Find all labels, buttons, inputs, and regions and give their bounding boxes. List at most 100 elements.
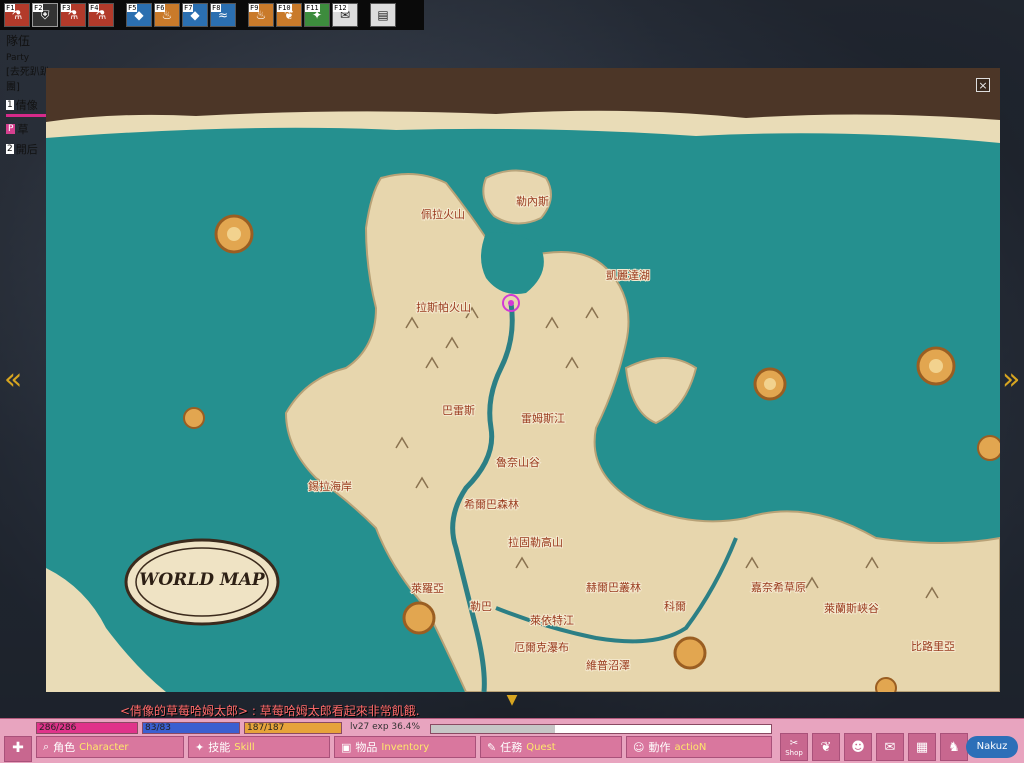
fire-icon[interactable]: F9 ♨ bbox=[248, 3, 274, 27]
menu-button-quest[interactable]: ✎ 任務 Quest bbox=[480, 736, 622, 758]
potion-icon[interactable]: F4 ⚗ bbox=[88, 3, 114, 27]
map-location-label: 拉固勒高山 bbox=[508, 535, 563, 549]
shield-icon[interactable]: F2 ⛨ bbox=[32, 3, 58, 27]
leaf-icon[interactable]: F10 ❦ bbox=[276, 3, 302, 27]
hotkey-label: F1 bbox=[5, 4, 16, 12]
menu-button-inventory[interactable]: ▣ 物品 Inventory bbox=[334, 736, 476, 758]
hotkey-bar: F1 ⚗ F2 ⛨ F3 ⚗ F4 ⚗ F5 ◆ F6 ♨ F7 ◆ F8 ≈ F9 ♨ F10 ❦ F11 ✦ F12 ✉ ▤ bbox=[0, 0, 424, 30]
exp-bar bbox=[430, 724, 772, 734]
menu-button-character[interactable]: ⌕ 角色 Character bbox=[36, 736, 184, 758]
world-map-logo-text: WORLD MAP bbox=[139, 570, 265, 590]
map-location-label: 科爾 bbox=[664, 599, 686, 613]
hotkey-group: F9 ♨ F10 ❦ F11 ✦ F12 ✉ bbox=[248, 3, 358, 27]
map-location-label: 凱麗達湖 bbox=[606, 269, 650, 282]
menu-button-skill[interactable]: ✦ 技能 Skill bbox=[188, 736, 330, 758]
hotkey-label: F5 bbox=[127, 4, 138, 12]
pet-icon[interactable]: ♞ bbox=[940, 733, 968, 761]
icon-label: Shop bbox=[785, 748, 803, 757]
map-location-label: 嘉奈希草原 bbox=[751, 580, 806, 594]
map-location-label: 魯奈山谷 bbox=[496, 455, 540, 469]
potion-icon[interactable]: F3 ⚗ bbox=[60, 3, 86, 27]
brand-logo: Nakuz bbox=[966, 736, 1018, 758]
status-bars: 286/286 83/83 187/187 bbox=[36, 722, 342, 734]
map-location-label: 巴雷斯 bbox=[442, 404, 475, 417]
map-location-label: 維普沼澤 bbox=[586, 658, 630, 672]
map-location-label: 希爾巴森林 bbox=[464, 497, 519, 511]
map-scroll-right-arrow[interactable]: » bbox=[1002, 362, 1020, 398]
map-location-label: 萊羅亞 bbox=[411, 582, 444, 595]
item-icon: ▣ bbox=[341, 740, 352, 754]
compass-marker bbox=[214, 214, 254, 254]
menu-label-en: actioN bbox=[674, 741, 707, 753]
search-icon: ⌕ bbox=[43, 740, 50, 753]
close-icon[interactable]: × bbox=[976, 78, 990, 92]
map-location-label: 拉斯帕火山 bbox=[416, 300, 471, 314]
friends-icon[interactable]: ☻ bbox=[844, 733, 872, 761]
map-location-label: 錫拉海岸 bbox=[308, 479, 352, 493]
shop-icon[interactable]: ✂ Shop bbox=[780, 733, 808, 761]
skill-icon[interactable]: F11 ✦ bbox=[304, 3, 330, 27]
hotkey-label: F11 bbox=[305, 4, 320, 12]
chat-message: <倩像的草莓哈姆太郎> : 草莓哈姆太郎看起來非常飢餓. bbox=[120, 704, 420, 718]
menu-label: 角色 bbox=[53, 741, 76, 754]
map-location-label: 雷姆斯江 bbox=[521, 411, 565, 425]
map-icon[interactable]: ▦ bbox=[908, 733, 936, 761]
hotkey-group: F5 ◆ F6 ♨ F7 ◆ F8 ≈ bbox=[126, 3, 236, 27]
world-map-canvas: 勒內斯佩拉火山凱麗達湖拉斯帕火山巴雷斯雷姆斯江魯奈山谷錫拉海岸希爾巴森林拉固勒高… bbox=[46, 68, 1000, 692]
party-member-hp-bar bbox=[6, 114, 50, 117]
compass-marker bbox=[183, 407, 205, 429]
level-exp-label: lv27 exp 36.4% bbox=[350, 722, 421, 732]
menu-label-en: Character bbox=[79, 741, 129, 753]
compass-marker bbox=[402, 601, 436, 635]
hotkey-label: F6 bbox=[155, 4, 166, 12]
map-location-label: 萊蘭斯峽谷 bbox=[824, 602, 879, 615]
potion-icon[interactable]: F1 ⚗ bbox=[4, 3, 30, 27]
world-map-window: 勒內斯佩拉火山凱麗達湖拉斯帕火山巴雷斯雷姆斯江魯奈山谷錫拉海岸希爾巴森林拉固勒高… bbox=[46, 68, 1000, 692]
hotkey-label: F12 bbox=[333, 4, 348, 12]
skill-icon: ✦ bbox=[195, 740, 205, 754]
menu-button-action[interactable]: ☺ 動作 actioN bbox=[626, 736, 772, 758]
map-scroll-down-arrow[interactable]: ▼ bbox=[496, 692, 528, 708]
hotkey-label: F4 bbox=[89, 4, 100, 12]
compass-marker bbox=[753, 367, 787, 401]
fire-icon[interactable]: F6 ♨ bbox=[154, 3, 180, 27]
hotkey-label: F10 bbox=[277, 4, 292, 12]
compass-marker bbox=[977, 435, 1000, 461]
quest-icon: ✎ bbox=[487, 740, 497, 754]
map-location-label: 勒內斯 bbox=[516, 195, 549, 208]
menu-label-en: Quest bbox=[526, 741, 556, 753]
chat-icon[interactable]: ✉ bbox=[876, 733, 904, 761]
menu-label: 物品 bbox=[355, 741, 378, 754]
quick-menu-icon[interactable]: ✚ bbox=[4, 736, 32, 762]
map-location-label: 佩拉火山 bbox=[421, 207, 465, 221]
menu-label-en: Inventory bbox=[381, 741, 430, 753]
right-icon-menu: ✂ Shop ❦ ☻ ✉ ▦ ♞ bbox=[780, 733, 968, 761]
wings-icon[interactable]: ❦ bbox=[812, 733, 840, 761]
sp-bar: 83/83 bbox=[142, 722, 240, 734]
map-location-label: 萊依特江 bbox=[530, 613, 574, 627]
blue-gem-icon[interactable]: F5 ◆ bbox=[126, 3, 152, 27]
hotkey-label: F2 bbox=[33, 4, 44, 12]
map-scroll-left-arrow[interactable]: « bbox=[4, 362, 22, 398]
hotkey-label: F7 bbox=[183, 4, 194, 12]
party-title: 隊伍 Party bbox=[6, 34, 31, 63]
options-icon[interactable]: ▤ bbox=[370, 3, 396, 27]
map-location-label: 赫爾巴叢林 bbox=[586, 580, 641, 594]
weight-bar: 187/187 bbox=[244, 722, 342, 734]
main-menu: ⌕ 角色 Character ✦ 技能 Skill ▣ 物品 Inventory ✎ 任務 Quest… bbox=[36, 736, 772, 758]
hotkey-label: F8 bbox=[211, 4, 222, 12]
map-location-label: 勒巴 bbox=[470, 600, 492, 613]
hotkey-label: F9 bbox=[249, 4, 260, 12]
fish-icon[interactable]: F8 ≈ bbox=[210, 3, 236, 27]
scroll-icon[interactable]: F12 ✉ bbox=[332, 3, 358, 27]
compass-marker bbox=[875, 677, 897, 692]
action-icon: ☺ bbox=[633, 740, 645, 754]
map-location-label: 厄爾克瀑布 bbox=[514, 641, 569, 654]
menu-label-en: Skill bbox=[234, 741, 255, 753]
hotkey-group: F1 ⚗ F2 ⛨ F3 ⚗ F4 ⚗ bbox=[4, 3, 114, 27]
blue-gem-icon[interactable]: F7 ◆ bbox=[182, 3, 208, 27]
menu-label: 技能 bbox=[208, 741, 231, 754]
map-location-label: 比路里亞 bbox=[911, 640, 955, 653]
hp-bar: 286/286 bbox=[36, 722, 138, 734]
compass-marker bbox=[673, 636, 707, 670]
